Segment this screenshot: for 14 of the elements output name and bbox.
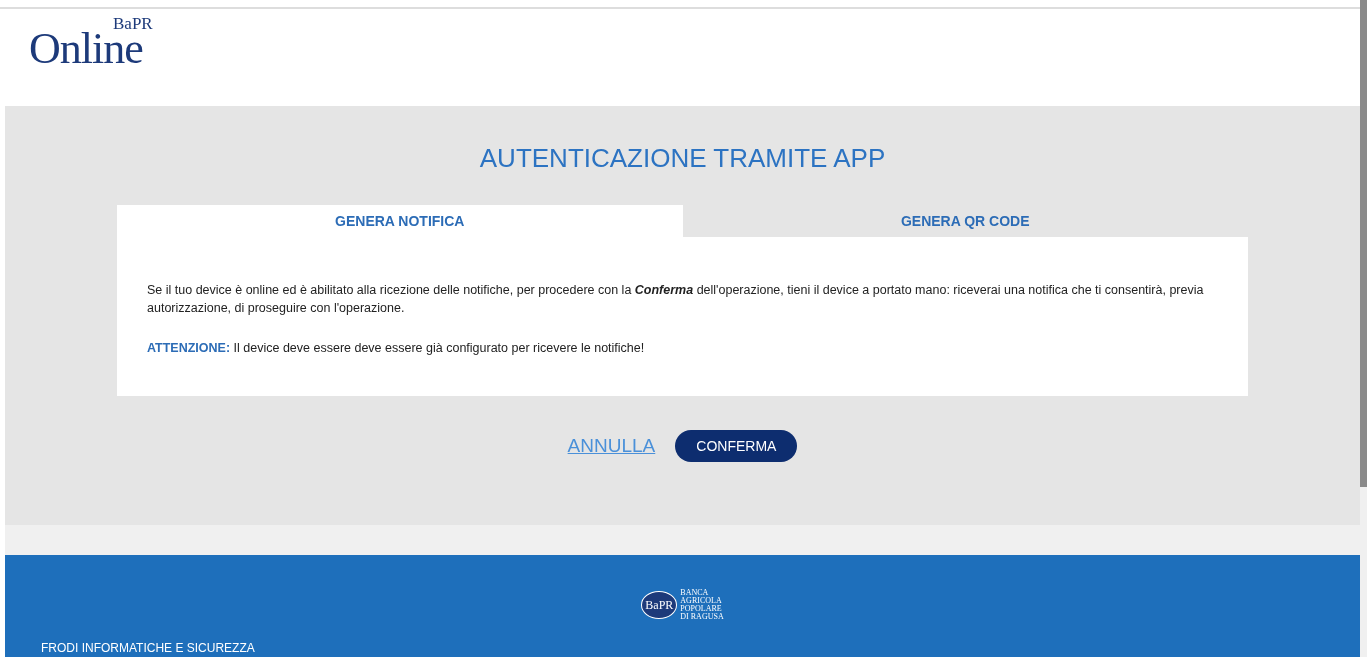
page-title: AUTENTICAZIONE TRAMITE APP <box>479 143 886 174</box>
bank-name-line: BANCA <box>680 589 710 597</box>
warning-text: ATTENZIONE: Il device deve essere deve essere già configurato per ricevere le notifiche! <box>147 340 646 357</box>
bank-name-line: DI RAGUSA <box>680 613 724 621</box>
scrollbar-thumb[interactable] <box>1360 0 1367 487</box>
bank-name-line: AGRICOLA <box>680 597 723 605</box>
confirm-button[interactable]: CONFERMA <box>675 430 798 462</box>
bank-name-line: POPOLARE <box>680 605 723 613</box>
bank-logo-mark: BaPR <box>641 591 678 619</box>
tab[interactable]: GENERA NOTIFICA <box>117 205 683 237</box>
info-text: Se il tuo device è online ed è abilitato alla ricezione delle notifiche, per procedere con la Conferma dell'operazione, tieni il device a portato mano: riceverai una notifica che ti consentirà, previa autorizzazione, di proseguire con l'operazione. <box>147 282 1205 317</box>
footer-link[interactable]: FRODI INFORMATICHE E SICUREZZA <box>41 641 255 655</box>
cancel-link[interactable]: ANNULLA <box>567 435 656 457</box>
logo-mark: BaPR <box>113 15 153 32</box>
